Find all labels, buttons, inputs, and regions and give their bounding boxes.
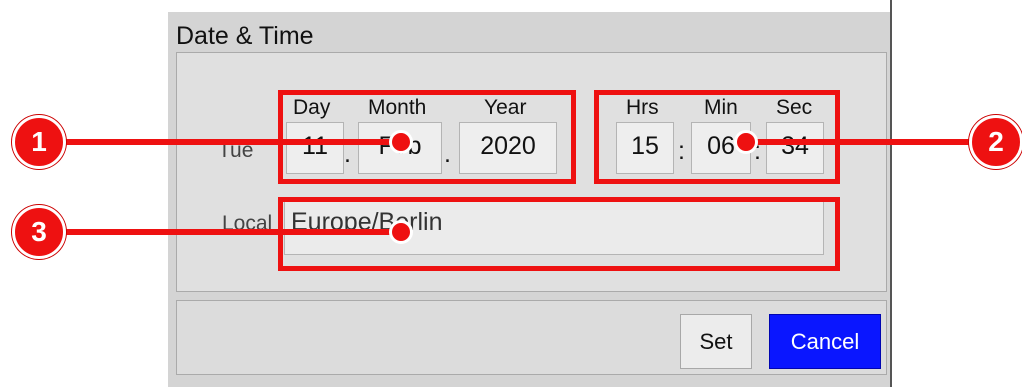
date-highlight-box — [278, 90, 576, 184]
callout-3-badge: 3 — [12, 205, 66, 259]
cancel-button[interactable]: Cancel — [769, 314, 881, 369]
callout-1-line — [60, 139, 402, 145]
callout-3-line — [60, 229, 402, 235]
callout-2-dot — [734, 130, 758, 154]
time-highlight-box — [594, 90, 840, 184]
dialog-title: Date & Time — [176, 22, 314, 50]
set-button[interactable]: Set — [680, 314, 752, 369]
callout-1-badge: 1 — [12, 115, 66, 169]
window-border — [890, 0, 892, 387]
callout-3-dot — [389, 220, 413, 244]
callout-1-dot — [389, 130, 413, 154]
callout-2-badge: 2 — [969, 115, 1022, 169]
callout-2-line — [744, 139, 996, 145]
